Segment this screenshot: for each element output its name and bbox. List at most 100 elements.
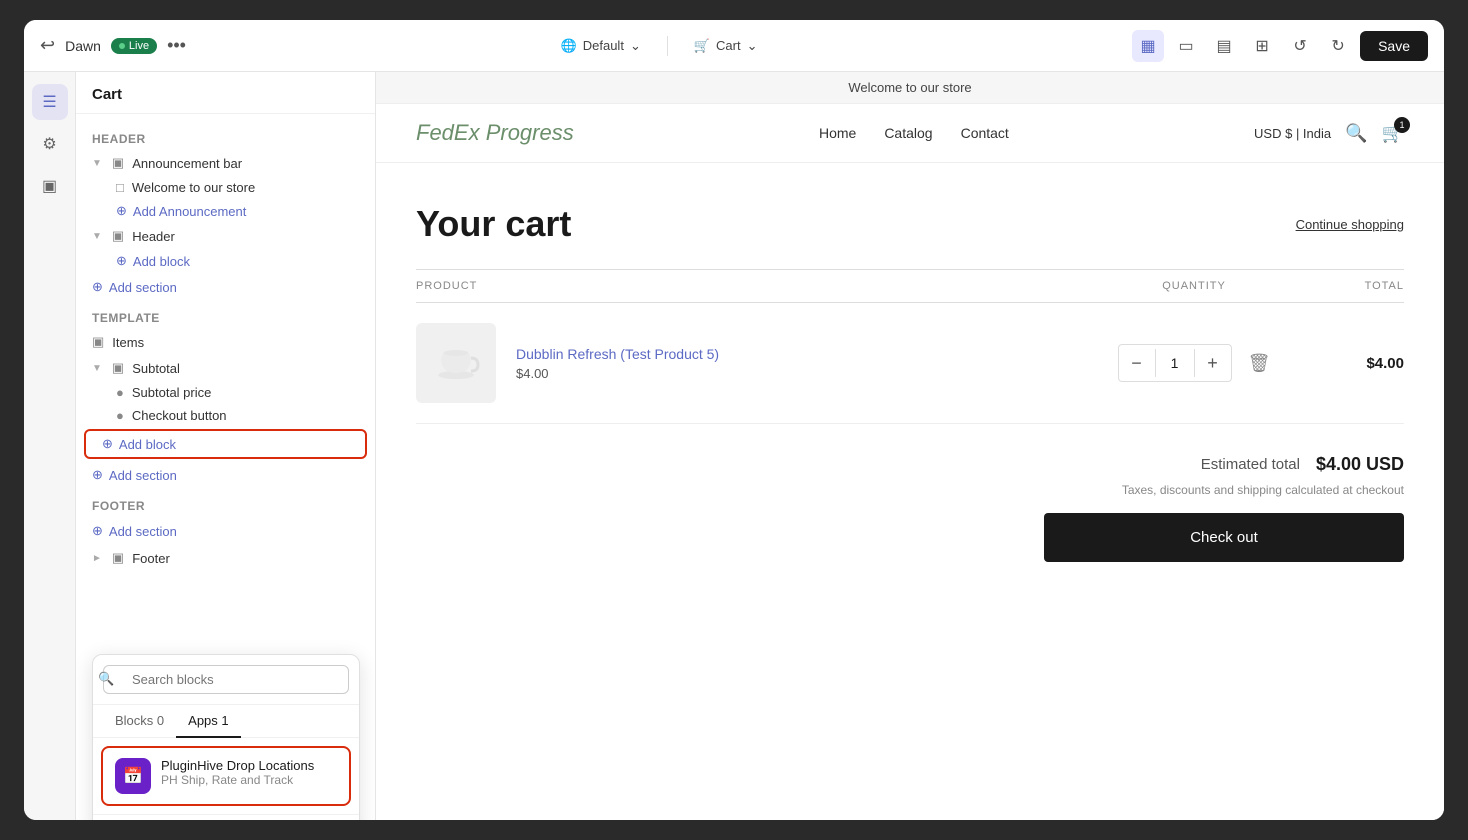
main-layout: ☰ ⚙ ▣ Cart Header ▼ ▣ Announcement bar □… [24,72,1444,820]
undo-button[interactable]: ↺ [1284,30,1316,62]
apps-icon-button[interactable]: ▣ [32,168,68,204]
grid-view-button[interactable]: ⊞ [1246,30,1278,62]
subtotal-price-icon: ● [116,385,124,400]
continue-shopping-link[interactable]: Continue shopping [1296,217,1404,232]
nav-home[interactable]: Home [819,125,856,141]
search-input-wrap [93,655,359,705]
welcome-block-item[interactable]: □ Welcome to our store [76,176,375,199]
product-name[interactable]: Dubblin Refresh (Test Product 5) [516,346,719,362]
icon-sidebar: ☰ ⚙ ▣ [24,72,76,820]
search-nav-icon[interactable]: 🔍 [1345,123,1367,144]
announcement-bar-item[interactable]: ▼ ▣ Announcement bar [76,150,375,176]
app-text: PluginHive Drop Locations PH Ship, Rate … [161,758,314,787]
plus-icon3: ⊕ [92,279,103,295]
item-total: $4.00 [1284,355,1404,372]
product-image-svg [426,333,486,393]
product-image [416,323,496,403]
browse-apps-text: Browse apps built for Online Store 2.0 t… [93,814,359,820]
estimated-amount: $4.00 USD [1316,454,1404,475]
cart-summary: Estimated total $4.00 USD Taxes, discoun… [416,454,1404,562]
add-section-label: Add section [109,280,177,295]
globe-icon: 🌐 [561,38,577,54]
add-section2-link[interactable]: ⊕ Add section [76,461,375,489]
qty-increase-button[interactable]: + [1195,345,1231,381]
redo-button[interactable]: ↻ [1322,30,1354,62]
subtotal-label: Subtotal [132,361,180,376]
add-section3-label: Add section [109,524,177,539]
subtotal-price-label: Subtotal price [132,385,212,400]
blocks-tab[interactable]: Blocks 0 [103,705,176,738]
apps-tab-label: Apps [188,713,218,728]
cart-item: Dubblin Refresh (Test Product 5) $4.00 −… [416,303,1404,424]
footer-item[interactable]: ► ▣ Footer [76,545,375,571]
nav-contact[interactable]: Contact [961,125,1009,141]
add-section3-link[interactable]: ⊕ Add section [76,517,375,545]
col-total-header: TOTAL [1284,280,1404,292]
plus-icon5: ⊕ [92,467,103,483]
add-section-link[interactable]: ⊕ Add section [76,273,375,301]
footer-grid-icon: ▣ [112,550,124,566]
header-section-item[interactable]: ▼ ▣ Header [76,223,375,249]
qty-decrease-button[interactable]: − [1119,345,1155,381]
search-icon-abs: 🔍 [98,671,114,687]
default-label: Default [583,38,624,53]
search-blocks-input[interactable] [103,665,349,694]
app-icon: 📅 [115,758,151,794]
col-quantity-header: QUANTITY [1104,280,1284,292]
checkout-button-label: Checkout button [132,408,227,423]
store-nav-right: USD $ | India 🔍 🛒 1 [1254,123,1404,144]
header-grid-icon: ▣ [112,228,124,244]
plus-icon: ⊕ [116,203,127,219]
section-grid-icon: ▣ [112,155,124,171]
product-info: Dubblin Refresh (Test Product 5) $4.00 [516,346,719,381]
desktop-view-button[interactable]: ▦ [1132,30,1164,62]
add-block-button[interactable]: ⊕ Add block [84,429,367,459]
settings-icon-button[interactable]: ⚙ [32,126,68,162]
top-bar-center: 🌐 Default ⌄ 🛒 Cart ⌄ [198,34,1120,58]
add-block-link[interactable]: ⊕ Add block [76,249,375,273]
cart-header: Your cart Continue shopping [416,203,1404,245]
add-block-label: Add block [133,254,190,269]
subtotal-section-item[interactable]: ▼ ▣ Subtotal [76,355,375,381]
cart-icon-wrap[interactable]: 🛒 1 [1382,123,1404,144]
sections-panel: Cart Header ▼ ▣ Announcement bar □ Welco… [76,72,376,820]
app-subtitle: PH Ship, Rate and Track [161,773,314,787]
chevron-icon3: ▼ [92,363,102,374]
nav-catalog[interactable]: Catalog [884,125,932,141]
subtotal-price-item[interactable]: ● Subtotal price [76,381,375,404]
chevron-icon2: ▼ [92,231,102,242]
cart-table-header: PRODUCT QUANTITY TOTAL [416,269,1404,303]
store-announcement: Welcome to our store [376,72,1444,104]
checkout-button[interactable]: Check out [1044,513,1404,562]
items-section-item[interactable]: ▣ Items [76,329,375,355]
footer-item-label: Footer [132,551,170,566]
mobile-view-button[interactable]: ▤ [1208,30,1240,62]
cart-title: Your cart [416,203,571,245]
tablet-view-button[interactable]: ▭ [1170,30,1202,62]
blocks-tab-label: Blocks [115,713,153,728]
announcement-bar-label: Announcement bar [132,156,242,171]
back-icon[interactable]: ↩ [40,35,55,56]
cart-label: Cart [716,38,741,53]
template-group-label: Template [76,301,375,329]
top-bar-left: ↩ Dawn Live ••• [40,35,186,56]
save-button[interactable]: Save [1360,31,1428,61]
more-menu-button[interactable]: ••• [167,35,186,56]
checkout-btn-icon: ● [116,408,124,423]
store-content: Your cart Continue shopping PRODUCT QUAN… [376,163,1444,602]
default-selector[interactable]: 🌐 Default ⌄ [551,34,651,58]
live-dot [119,43,125,49]
cart-selector[interactable]: 🛒 Cart ⌄ [684,34,768,58]
sections-icon-button[interactable]: ☰ [32,84,68,120]
cart-icon: 🛒 [694,38,710,54]
add-announcement-link[interactable]: ⊕ Add Announcement [76,199,375,223]
apps-tab[interactable]: Apps 1 [176,705,241,738]
block-search-dropdown: Blocks 0 Apps 1 📅 PluginHive Drop Locati… [92,654,360,820]
delete-item-button[interactable]: 🗑 [1248,353,1271,374]
qty-value: 1 [1155,349,1195,377]
pluginhive-app-item[interactable]: 📅 PluginHive Drop Locations PH Ship, Rat… [101,746,351,806]
checkout-button-item[interactable]: ● Checkout button [76,404,375,427]
currency-selector[interactable]: USD $ | India [1254,126,1331,141]
items-grid-icon: ▣ [92,334,104,350]
items-label: Items [112,335,144,350]
